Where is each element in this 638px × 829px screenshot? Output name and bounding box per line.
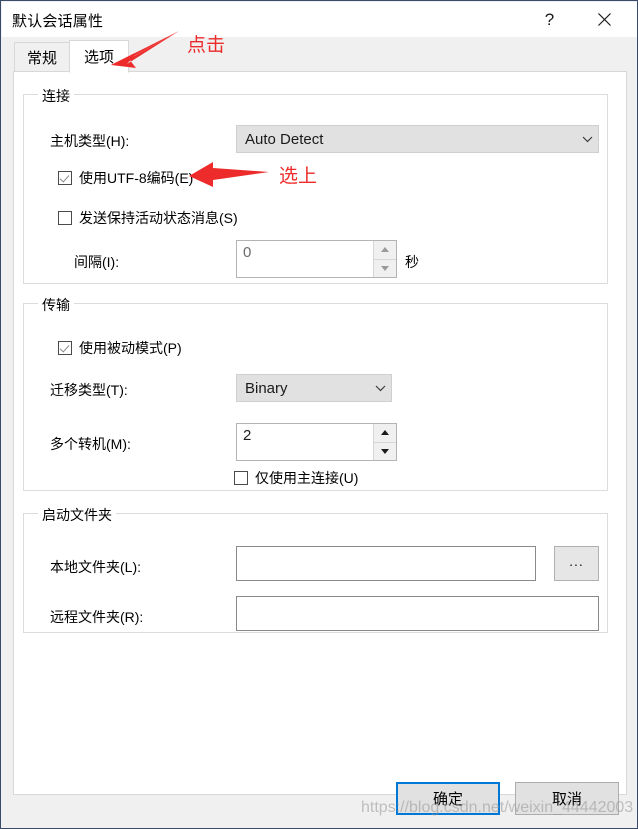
spinner-up-button[interactable] [374, 424, 396, 442]
local-folder-label: 本地文件夹(L): [50, 559, 141, 575]
transfer-type-label: 迁移类型(T): [50, 382, 128, 398]
startup-folder-group-title: 启动文件夹 [38, 505, 116, 525]
passive-mode-checkbox[interactable]: 使用被动模式(P) [58, 338, 182, 358]
multiple-transfers-label: 多个转机(M): [50, 436, 131, 452]
tab-general-label: 常规 [26, 50, 57, 67]
checkbox-box [58, 171, 72, 185]
triangle-down-icon [381, 265, 389, 271]
transfer-type-combobox[interactable]: Binary [236, 374, 392, 402]
close-icon [598, 13, 611, 26]
remote-folder-input[interactable] [236, 596, 599, 631]
local-folder-input[interactable] [236, 546, 536, 581]
interval-value: 0 [243, 244, 252, 261]
interval-spinner-buttons [373, 241, 396, 277]
spinner-down-button[interactable] [374, 258, 396, 277]
chevron-down-icon [369, 385, 391, 392]
interval-spinner[interactable]: 0 [236, 240, 397, 278]
title-bar: 默认会话属性 ? [2, 2, 637, 37]
host-type-combobox[interactable]: Auto Detect [236, 125, 599, 153]
tab-strip: 常规 选项 [2, 37, 637, 73]
connection-group: 连接 主机类型(H): Auto Detect 使用UTF-8编码(E) 发送保… [23, 86, 608, 284]
host-type-label: 主机类型(H): [50, 133, 130, 149]
tab-general[interactable]: 常规 [14, 42, 70, 72]
utf8-checkbox[interactable]: 使用UTF-8编码(E) [58, 168, 193, 188]
triangle-down-icon [381, 448, 389, 454]
keepalive-checkbox-label: 发送保持活动状态消息(S) [79, 210, 238, 226]
transfer-type-value: Binary [245, 379, 288, 397]
interval-label: 间隔(I): [74, 254, 120, 270]
startup-folder-group: 启动文件夹 本地文件夹(L): ... 远程文件夹(R): [23, 505, 608, 633]
ellipsis-icon: ... [569, 552, 584, 569]
passive-mode-checkbox-label: 使用被动模式(P) [79, 340, 182, 356]
click-annotation-label: 点击 [187, 34, 226, 56]
connection-group-title: 连接 [38, 86, 74, 106]
help-button[interactable]: ? [527, 2, 572, 37]
multiple-transfers-spinner[interactable]: 2 [236, 423, 397, 461]
spinner-up-button[interactable] [374, 241, 396, 259]
interval-unit-label: 秒 [405, 254, 419, 270]
checkbox-box [234, 471, 248, 485]
main-connection-only-label: 仅使用主连接(U) [255, 470, 359, 486]
browse-local-folder-button[interactable]: ... [554, 546, 599, 581]
watermark: https://blog.csdn.net/weixin_44442003 [361, 799, 634, 816]
transfer-group-title: 传输 [38, 295, 74, 315]
multiple-transfers-value: 2 [243, 427, 252, 444]
spinner-down-button[interactable] [374, 441, 396, 460]
host-type-value: Auto Detect [245, 130, 324, 148]
chevron-down-icon [576, 136, 598, 143]
checkbox-box [58, 211, 72, 225]
select-annotation-label: 选上 [279, 165, 318, 187]
main-connection-only-checkbox[interactable]: 仅使用主连接(U) [234, 468, 358, 488]
multiple-transfers-spinner-buttons [373, 424, 396, 460]
tab-options-label: 选项 [83, 49, 114, 66]
keepalive-checkbox[interactable]: 发送保持活动状态消息(S) [58, 208, 238, 228]
tab-options[interactable]: 选项 [69, 40, 129, 73]
transfer-group: 传输 使用被动模式(P) 迁移类型(T): Binary 多个转机(M): 2 [23, 295, 608, 491]
utf8-checkbox-label: 使用UTF-8编码(E) [79, 170, 194, 186]
close-button[interactable] [582, 2, 627, 37]
question-mark-icon: ? [544, 9, 555, 29]
triangle-up-icon [381, 430, 389, 436]
page-title: 默认会话属性 [12, 13, 104, 30]
checkbox-box [58, 341, 72, 355]
options-tab-panel: 连接 主机类型(H): Auto Detect 使用UTF-8编码(E) 发送保… [13, 71, 627, 795]
triangle-up-icon [381, 247, 389, 253]
remote-folder-label: 远程文件夹(R): [50, 609, 144, 625]
session-properties-dialog: 默认会话属性 ? 常规 选项 连接 主机类型(H): Auto Detect 使… [0, 0, 638, 829]
